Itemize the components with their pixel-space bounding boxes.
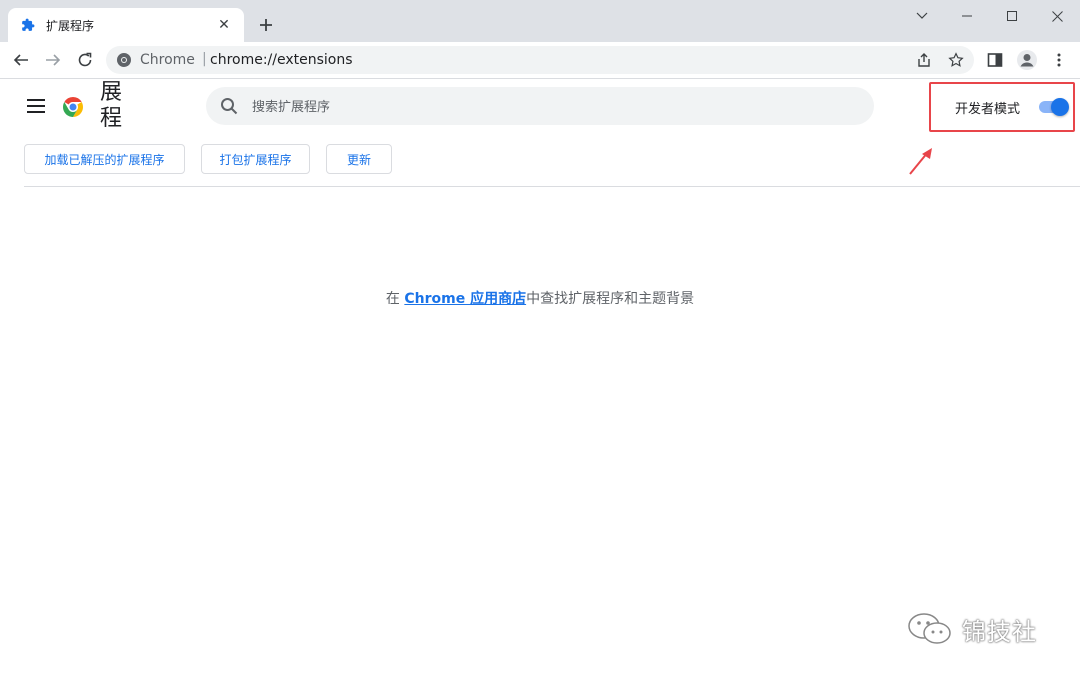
web-store-link[interactable]: Chrome 应用商店 — [404, 291, 526, 307]
update-button[interactable]: 更新 — [326, 144, 392, 174]
plus-icon — [260, 19, 272, 31]
page-title: 展程 — [100, 80, 123, 131]
side-panel-button[interactable] — [983, 48, 1007, 72]
search-input[interactable] — [250, 95, 854, 119]
load-unpacked-button[interactable]: 加载已解压的扩展程序 — [24, 144, 185, 174]
avatar-icon — [1017, 50, 1037, 70]
side-panel-icon — [987, 53, 1003, 67]
reload-icon — [78, 52, 92, 67]
tab-extensions[interactable]: 扩展程序 ✕ — [8, 8, 244, 42]
chevron-down-icon — [916, 12, 928, 19]
empty-state-message: 在 Chrome 应用商店中查找扩展程序和主题背景 — [0, 288, 1080, 308]
empty-suffix: 中查找扩展程序和主题背景 — [526, 291, 695, 307]
watermark: 锦技社 — [906, 612, 1037, 646]
watermark-text: 锦技社 — [962, 617, 1037, 646]
developer-mode-highlight: 开发者模式 — [929, 82, 1075, 132]
bookmark-button[interactable] — [946, 50, 966, 70]
search-icon — [221, 98, 238, 115]
tab-close-icon[interactable]: ✕ — [216, 17, 232, 33]
chrome-menu-button[interactable] — [1047, 48, 1071, 72]
back-button[interactable] — [9, 48, 33, 72]
toggle-knob — [1051, 98, 1069, 116]
chrome-logo-icon — [63, 97, 83, 117]
minimize-icon — [962, 15, 972, 17]
developer-mode-toggle[interactable] — [1037, 98, 1069, 116]
minimize-button[interactable] — [944, 6, 990, 26]
pack-extension-button[interactable]: 打包扩展程序 — [201, 144, 310, 174]
url-separator: | — [202, 51, 207, 67]
empty-prefix: 在 — [385, 291, 405, 307]
profile-button[interactable] — [1015, 48, 1039, 72]
maximize-button[interactable] — [989, 6, 1035, 26]
chrome-page-icon — [117, 53, 131, 67]
reload-button[interactable] — [73, 48, 97, 72]
annotation-arrow-icon — [909, 148, 932, 175]
url-path: chrome://extensions — [210, 52, 353, 68]
star-icon — [948, 52, 964, 67]
wechat-logo-icon — [908, 613, 951, 644]
search-box[interactable] — [206, 87, 874, 125]
puzzle-icon — [20, 17, 36, 33]
hamburger-icon — [27, 99, 45, 113]
url-host: Chrome — [140, 52, 195, 68]
tab-title: 扩展程序 — [46, 18, 95, 33]
maximize-icon — [1007, 11, 1017, 21]
close-window-button[interactable] — [1034, 6, 1080, 26]
arrow-right-icon — [46, 54, 61, 66]
new-tab-button[interactable] — [254, 13, 278, 37]
browser-toolbar: Chrome | chrome://extensions — [0, 42, 1080, 79]
header-divider — [24, 186, 1080, 187]
more-vert-icon — [1057, 53, 1061, 67]
share-button[interactable] — [914, 50, 934, 70]
close-icon — [1051, 10, 1063, 22]
main-menu-button[interactable] — [26, 96, 46, 116]
forward-button[interactable] — [41, 48, 65, 72]
tab-strip: 扩展程序 ✕ — [0, 0, 1080, 42]
address-bar[interactable]: Chrome | chrome://extensions — [106, 46, 974, 74]
share-icon — [918, 53, 930, 67]
developer-mode-label: 开发者模式 — [955, 102, 1021, 117]
tab-search-button[interactable] — [899, 6, 945, 26]
arrow-left-icon — [13, 54, 28, 66]
